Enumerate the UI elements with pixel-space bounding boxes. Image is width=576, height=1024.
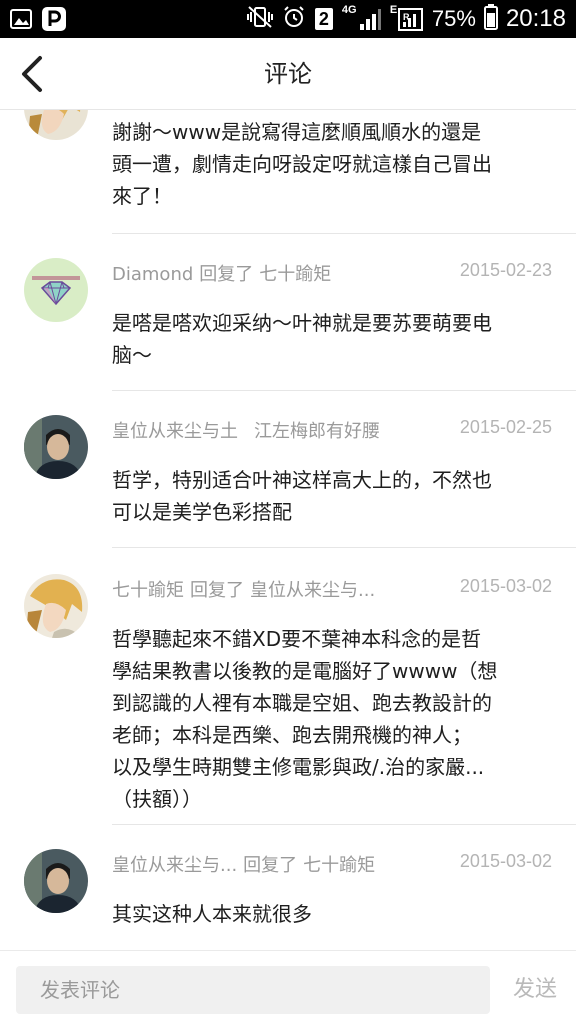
comment-text-line: 其实这种人本来就很多: [112, 902, 312, 926]
comment-text-line: 哲學聽起來不錯XD要不葉神本科念的是哲: [112, 627, 482, 651]
sim-slot-icon: 2: [314, 7, 334, 31]
comment-date: 2015-02-23: [459, 260, 552, 280]
comment-author[interactable]: 皇位从来尘与土: [112, 421, 238, 442]
sim-number: 2: [318, 9, 329, 29]
comment-text-line: 可以是美学色彩搭配: [112, 500, 292, 524]
p-app-notification-icon: [42, 7, 66, 35]
comment-author[interactable]: Diamond: [112, 264, 193, 285]
avatar[interactable]: [24, 258, 88, 322]
signal-e-icon: E R: [390, 4, 424, 32]
battery-icon: [483, 4, 498, 34]
comment-text: 謝謝～www是說寫得這麼順風順水的還是 頭一遭，劇情走向呀設定呀就這樣自己冒出 …: [112, 116, 552, 212]
comment-item: 謝謝～www是說寫得這麼順風順水的還是 頭一遭，劇情走向呀設定呀就這樣自己冒出 …: [0, 110, 576, 234]
comment-text-line: 是嗒是嗒欢迎采纳～叶神就是要苏要萌要电: [112, 311, 492, 335]
comment-input[interactable]: 发表评论: [16, 966, 490, 1014]
anime-avatar-image: [24, 574, 88, 638]
vibrate-mute-icon: [246, 5, 274, 33]
comment-text: 其实这种人本来就很多: [112, 898, 552, 930]
svg-text:R: R: [403, 12, 410, 22]
comment-date: 2015-03-02: [459, 851, 552, 871]
comment-text-line: 學結果教書以後教的是電腦好了wwww（想: [112, 659, 498, 683]
comment-text-line: 頭一遭，劇情走向呀設定呀就這樣自己冒出: [112, 152, 492, 176]
comment-item: 七十踰矩 回复了 皇位从来尘与... 2015-03-02 哲學聽起來不錯XD要不葉…: [0, 548, 576, 825]
reply-target[interactable]: 七十踰矩: [259, 264, 331, 285]
comment-meta: Diamond 回复了 七十踰矩 2015-02-23: [112, 260, 552, 290]
comment-meta: 皇位从来尘与土 江左梅郎有好腰 2015-02-25: [112, 417, 552, 447]
comment-text-line: 脑～: [112, 343, 152, 367]
comment-text-line: 哲学，特别适合叶神这样高大上的，不然也: [112, 468, 492, 492]
clock-time: 20:18: [505, 5, 566, 32]
send-button[interactable]: 发送: [500, 966, 570, 1014]
avatar[interactable]: [24, 110, 88, 140]
gallery-notification-icon: [10, 9, 32, 33]
comment-text-line: 老師；本科是西樂、跑去開飛機的神人；: [112, 723, 472, 747]
reply-label: 回复了: [243, 855, 298, 876]
avatar[interactable]: [24, 849, 88, 913]
comment-text-line: 來了！: [112, 184, 172, 208]
comment-meta: 皇位从来尘与... 回复了 七十踰矩 2015-03-02: [112, 851, 552, 881]
comment-text-line: 到認識的人裡有本職是空姐、跑去教設計的: [112, 691, 492, 715]
diamond-avatar-image: [24, 258, 88, 322]
header-bar: 评论: [0, 38, 576, 110]
reply-label: 回复了: [190, 580, 244, 601]
battery-percent: 75%: [431, 6, 476, 31]
comment-author[interactable]: 七十踰矩: [112, 580, 184, 601]
comment-text: 哲學聽起來不錯XD要不葉神本科念的是哲 學結果教書以後教的是電腦好了wwww（想…: [112, 623, 552, 815]
avatar[interactable]: [24, 574, 88, 638]
man-avatar-image: [24, 849, 88, 913]
comment-author[interactable]: 皇位从来尘与...: [112, 855, 237, 876]
status-bar: 2 4G E R 75% 20:18: [0, 0, 576, 38]
comment-list[interactable]: 謝謝～www是說寫得這麼順風順水的還是 頭一遭，劇情走向呀設定呀就這樣自己冒出 …: [0, 110, 576, 950]
avatar[interactable]: [24, 415, 88, 479]
comment-date: 2015-02-25: [459, 417, 552, 437]
comment-text: 是嗒是嗒欢迎采纳～叶神就是要苏要萌要电 脑～: [112, 307, 552, 371]
alarm-icon: [282, 5, 306, 33]
reply-target[interactable]: 七十踰矩: [303, 855, 375, 876]
avatar-image: [24, 110, 88, 140]
comment-item: 皇位从来尘与土 江左梅郎有好腰 2015-02-25 哲学，特别适合叶神这样高大上…: [0, 391, 576, 548]
signal-4g-icon: 4G: [342, 4, 382, 32]
reply-label: 回复了: [199, 264, 254, 285]
comment-text-line: （扶額））: [112, 787, 202, 811]
page-title: 评论: [264, 60, 312, 88]
comment-text-line: 以及學生時期雙主修電影與政/.治的家嚴...: [112, 755, 485, 779]
comment-text: 哲学，特别适合叶神这样高大上的，不然也 可以是美学色彩搭配: [112, 464, 552, 528]
comment-item: Diamond 回复了 七十踰矩 2015-02-23 是嗒是嗒欢迎采纳～叶神就是要…: [0, 234, 576, 391]
reply-target[interactable]: 皇位从来尘与...: [250, 580, 375, 601]
comment-meta: 七十踰矩 回复了 皇位从来尘与... 2015-03-02: [112, 576, 552, 606]
comment-item: 皇位从来尘与... 回复了 七十踰矩 2015-03-02 其实这种人本来就很多: [0, 825, 576, 950]
man-avatar-image: [24, 415, 88, 479]
comment-composer: 发表评论 发送: [0, 950, 576, 1024]
reply-target[interactable]: 江左梅郎有好腰: [254, 421, 380, 442]
comment-text-line: 謝謝～www是說寫得這麼順風順水的還是: [112, 120, 482, 144]
comment-date: 2015-03-02: [459, 576, 552, 596]
